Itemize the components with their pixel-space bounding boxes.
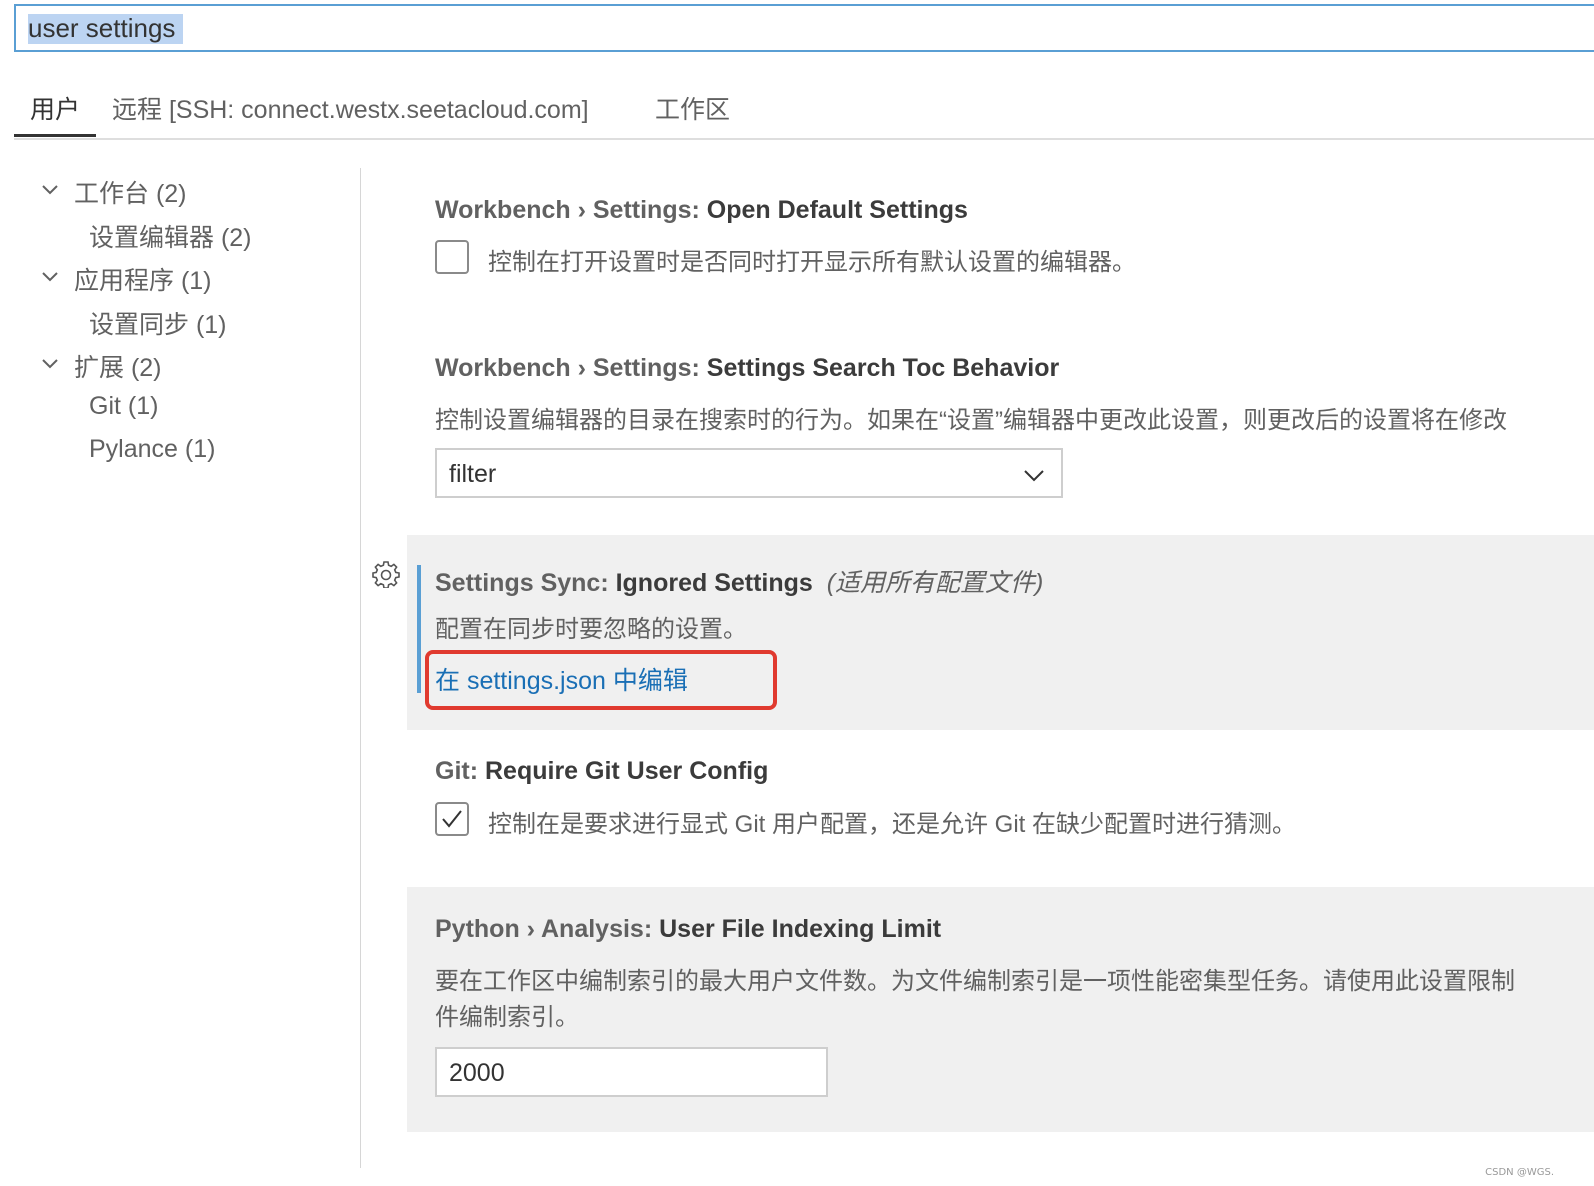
toc-item-settings-editor[interactable]: 设置编辑器 (2) bbox=[89, 218, 252, 254]
toc-item-application[interactable]: 应用程序 (1) bbox=[74, 261, 212, 297]
setting-title: Settings Sync: Ignored Settings (适用所有配置文… bbox=[435, 563, 1043, 599]
setting-name: Settings Search Toc Behavior bbox=[706, 354, 1060, 382]
setting-sync-ignored-settings: Settings Sync: Ignored Settings (适用所有配置文… bbox=[407, 535, 1594, 730]
setting-category: Git: bbox=[435, 757, 485, 785]
setting-description: 控制在是要求进行显式 Git 用户配置，还是允许 Git 在缺少配置时进行猜测。 bbox=[488, 811, 1297, 838]
setting-category: Settings Sync: bbox=[435, 569, 616, 597]
chevron-down-icon[interactable] bbox=[40, 354, 60, 374]
setting-category: Workbench › Settings: bbox=[435, 354, 707, 382]
setting-scope-note: (适用所有配置文件) bbox=[826, 569, 1044, 597]
tab-workspace[interactable]: 工作区 bbox=[655, 90, 730, 126]
input-value: 2000 bbox=[449, 1059, 505, 1087]
toc-item-settings-sync[interactable]: 设置同步 (1) bbox=[89, 305, 227, 341]
setting-name: User File Indexing Limit bbox=[659, 915, 942, 943]
active-tab-indicator bbox=[14, 134, 96, 137]
toc-item-pylance[interactable]: Pylance (1) bbox=[89, 435, 215, 464]
setting-category: Python › Analysis: bbox=[435, 915, 660, 943]
settings-search-box[interactable] bbox=[14, 4, 1594, 52]
setting-title: Python › Analysis: User File Indexing Li… bbox=[435, 915, 941, 944]
chevron-down-icon[interactable] bbox=[40, 267, 60, 287]
chevron-down-icon bbox=[1024, 470, 1044, 482]
gear-icon[interactable] bbox=[372, 560, 400, 588]
setting-category: Workbench › Settings: bbox=[435, 196, 707, 224]
setting-description: 控制设置编辑器的目录在搜索时的行为。如果在“设置”编辑器中更改此设置，则更改后的… bbox=[435, 407, 1507, 434]
setting-description: 配置在同步时要忽略的设置。 bbox=[435, 616, 747, 643]
setting-git-require-user-config: Git: Require Git User Config 控制在是要求进行显式 … bbox=[407, 745, 1594, 865]
toc-item-git[interactable]: Git (1) bbox=[89, 392, 158, 421]
toc-item-workbench[interactable]: 工作台 (2) bbox=[74, 174, 187, 210]
setting-name: Open Default Settings bbox=[706, 196, 968, 224]
require-git-user-config-checkbox[interactable] bbox=[435, 802, 469, 836]
setting-title: Workbench › Settings: Open Default Setti… bbox=[435, 196, 968, 225]
setting-description: 控制在打开设置时是否同时打开显示所有默认设置的编辑器。 bbox=[488, 249, 1136, 276]
settings-search-input[interactable] bbox=[16, 6, 1594, 50]
check-icon bbox=[442, 810, 462, 828]
setting-description-line1: 要在工作区中编制索引的最大用户文件数。为文件编制索引是一项性能密集型任务。请使用… bbox=[435, 968, 1515, 995]
setting-python-user-file-indexing-limit: Python › Analysis: User File Indexing Li… bbox=[407, 887, 1594, 1132]
open-default-settings-checkbox[interactable] bbox=[435, 240, 469, 274]
annotation-highlight-box bbox=[425, 650, 777, 710]
setting-name: Require Git User Config bbox=[485, 757, 769, 785]
setting-name: Ignored Settings bbox=[615, 569, 813, 597]
toc-behavior-select[interactable]: filter bbox=[435, 448, 1063, 498]
setting-search-toc-behavior: Workbench › Settings: Settings Search To… bbox=[407, 338, 1594, 518]
setting-title: Workbench › Settings: Settings Search To… bbox=[435, 354, 1059, 383]
watermark: CSDN @WGS. bbox=[1485, 1167, 1554, 1178]
setting-title: Git: Require Git User Config bbox=[435, 757, 768, 786]
toc-divider bbox=[360, 168, 361, 1168]
tab-user[interactable]: 用户 bbox=[30, 90, 80, 126]
setting-description-line2: 件编制索引。 bbox=[435, 1004, 579, 1031]
tab-remote[interactable]: 远程 [SSH: connect.westx.seetacloud.com] bbox=[112, 90, 589, 126]
indexing-limit-input[interactable]: 2000 bbox=[435, 1047, 828, 1097]
chevron-down-icon[interactable] bbox=[40, 180, 60, 200]
focus-indicator bbox=[417, 565, 421, 693]
setting-open-default-settings: Workbench › Settings: Open Default Setti… bbox=[407, 180, 1594, 310]
settings-scope-tabs: 用户 远程 [SSH: connect.westx.seetacloud.com… bbox=[14, 74, 1594, 140]
toc-item-extensions[interactable]: 扩展 (2) bbox=[74, 348, 162, 384]
select-value: filter bbox=[449, 460, 497, 488]
